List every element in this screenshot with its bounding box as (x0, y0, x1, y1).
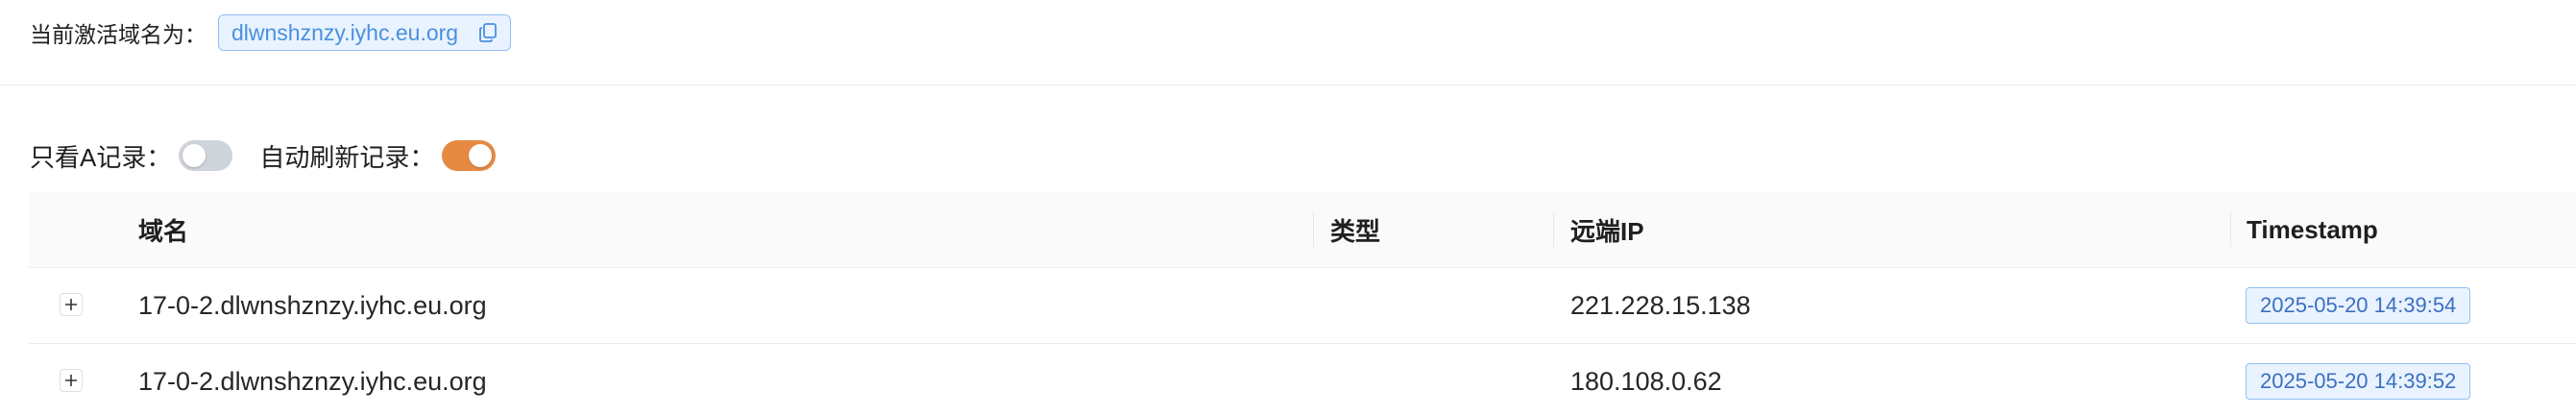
cell-remote-ip: 180.108.0.62 (1570, 366, 1722, 396)
cell-domain: 17-0-2.dlwnshznzy.iyhc.eu.org (138, 290, 487, 320)
cell-timestamp: 2025-05-20 14:39:52 (2246, 344, 2471, 415)
cell-timestamp: 2025-05-20 14:39:54 (2246, 268, 2471, 343)
auto-refresh-toggle[interactable] (442, 140, 497, 171)
column-divider (1553, 212, 1554, 247)
active-domain-tag: dlwnshznzy.iyhc.eu.org (218, 14, 512, 51)
column-divider (1313, 212, 1314, 247)
only-a-record-label: 只看A记录： (30, 142, 172, 172)
cell-remote-ip: 221.228.15.138 (1570, 290, 1751, 320)
column-header-timestamp[interactable]: Timestamp (2247, 192, 2378, 267)
toggle-knob (182, 144, 207, 167)
table-header: 域名 类型 远端IP Timestamp (29, 192, 2576, 268)
active-domain-bar: 当前激活域名为： dlwnshznzy.iyhc.eu.org (30, 13, 512, 52)
cell-domain: 17-0-2.dlwnshznzy.iyhc.eu.org (138, 366, 487, 396)
copy-icon[interactable] (479, 23, 497, 42)
dns-log-page: 当前激活域名为： dlwnshznzy.iyhc.eu.org 只看A记录： 自… (0, 0, 2576, 415)
auto-refresh-label: 自动刷新记录： (259, 142, 435, 172)
expand-row-button[interactable] (60, 293, 83, 316)
timestamp-tag: 2025-05-20 14:39:54 (2246, 287, 2471, 324)
column-header-remote-ip[interactable]: 远端IP (1570, 192, 1644, 267)
table-row: 17-0-2.dlwnshznzy.iyhc.eu.org 180.108.0.… (29, 344, 2576, 415)
column-header-type[interactable]: 类型 (1330, 192, 1380, 267)
plus-icon (65, 375, 77, 386)
column-divider (2230, 212, 2231, 247)
only-a-record-toggle[interactable] (179, 140, 233, 171)
plus-icon (65, 299, 77, 310)
column-header-domain[interactable]: 域名 (138, 192, 188, 267)
timestamp-tag: 2025-05-20 14:39:52 (2246, 363, 2471, 400)
dns-records-table: 域名 类型 远端IP Timestamp 17-0-2.dlwnshznzy.i… (29, 192, 2576, 415)
expand-row-button[interactable] (60, 369, 83, 392)
toggle-knob (469, 144, 493, 167)
active-domain-value: dlwnshznzy.iyhc.eu.org (231, 19, 459, 45)
active-domain-label: 当前激活域名为： (30, 22, 207, 47)
table-row: 17-0-2.dlwnshznzy.iyhc.eu.org 221.228.15… (29, 268, 2576, 344)
filter-bar: 只看A记录： 自动刷新记录： (30, 134, 497, 177)
